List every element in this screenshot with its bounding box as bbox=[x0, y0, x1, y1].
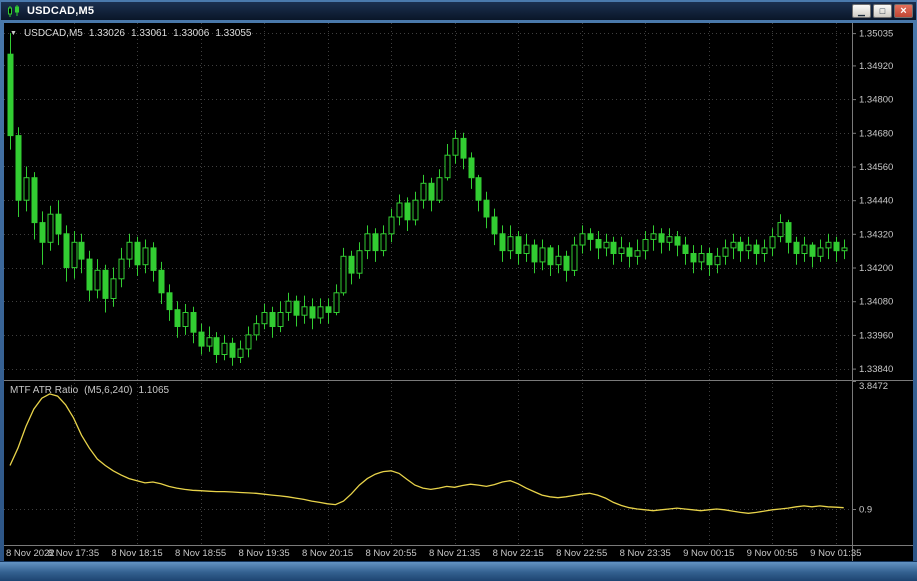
indicator-name: MTF ATR Ratio bbox=[10, 385, 79, 396]
indicator-params: (M5,6,240) bbox=[84, 385, 133, 396]
time-scale-label: 8 Nov 22:55 bbox=[556, 548, 607, 559]
indicator-header: MTF ATR Ratio (M5,6,240) 1.1065 bbox=[10, 385, 169, 396]
pane-separators bbox=[4, 23, 913, 561]
time-scale-label: 8 Nov 18:15 bbox=[111, 548, 162, 559]
price-scale-label: 1.33840 bbox=[859, 364, 893, 375]
price-scale-label: 1.34080 bbox=[859, 297, 893, 308]
window-bottom-frame bbox=[0, 561, 917, 581]
header-open: 1.33026 bbox=[88, 28, 125, 39]
minimize-button[interactable]: ▁ bbox=[852, 4, 871, 18]
chart-area: 1.35035 1.34920 1.34800 1.34680 1.34560 1.344… bbox=[4, 23, 913, 561]
time-scale[interactable]: 8 Nov 20228 Nov 17:35 8 Nov 18:15 8 Nov 18… bbox=[6, 548, 861, 559]
window-title: USDCAD,M5 bbox=[27, 5, 95, 17]
time-scale-label: 8 Nov 17:35 bbox=[48, 548, 99, 559]
candles-layer bbox=[7, 33, 848, 366]
close-button[interactable]: × bbox=[894, 4, 913, 18]
header-close: 1.33055 bbox=[215, 28, 252, 39]
time-scale-label: 8 Nov 21:35 bbox=[429, 548, 480, 559]
indicator-scale-label: 3.8472 bbox=[859, 381, 888, 392]
mt4-chart-window: USDCAD,M5 ▁ □ × 1.35035 1.34920 1.34800 1.3… bbox=[0, 0, 917, 581]
chart-icon bbox=[8, 4, 19, 17]
indicator-value: 1.1065 bbox=[138, 385, 170, 396]
grid-layer bbox=[4, 23, 852, 545]
time-scale-label: 8 Nov 23:35 bbox=[620, 548, 671, 559]
time-scale-label: 8 Nov 19:35 bbox=[238, 548, 289, 559]
price-scale-label: 1.34320 bbox=[859, 229, 893, 240]
price-scale-label: 1.34680 bbox=[859, 128, 893, 139]
price-scale-label: 1.35035 bbox=[859, 29, 893, 40]
time-scale-label: 8 Nov 20:55 bbox=[365, 548, 416, 559]
header-symbol: USDCAD,M5 bbox=[23, 28, 83, 39]
window-titlebar[interactable]: USDCAD,M5 ▁ □ × bbox=[1, 2, 916, 20]
chart-canvas[interactable]: 1.35035 1.34920 1.34800 1.34680 1.34560 1.344… bbox=[4, 23, 913, 561]
time-scale-label: 8 Nov 22:15 bbox=[493, 548, 544, 559]
indicator-scale-label: 0.9 bbox=[859, 505, 872, 516]
price-scale-label: 1.33960 bbox=[859, 330, 893, 341]
price-scale[interactable]: 1.35035 1.34920 1.34800 1.34680 1.34560 1.344… bbox=[852, 29, 893, 376]
time-scale-label: 9 Nov 00:55 bbox=[747, 548, 798, 559]
price-scale-label: 1.34800 bbox=[859, 95, 893, 106]
price-scale-label: 1.34920 bbox=[859, 61, 893, 72]
header-low: 1.33006 bbox=[173, 28, 210, 39]
price-scale-label: 1.34200 bbox=[859, 263, 893, 274]
chevron-down-icon[interactable]: ▼ bbox=[10, 30, 17, 37]
atr-ratio-line bbox=[9, 393, 844, 514]
header-high: 1.33061 bbox=[131, 28, 168, 39]
time-scale-label: 8 Nov 18:55 bbox=[175, 548, 226, 559]
chart-ohlc-header: ▼ USDCAD,M5 1.33026 1.33061 1.33006 1.33… bbox=[10, 28, 251, 39]
price-scale-label: 1.34560 bbox=[859, 162, 893, 173]
price-scale-label: 1.34440 bbox=[859, 196, 893, 207]
time-scale-label: 9 Nov 00:15 bbox=[683, 548, 734, 559]
restore-button[interactable]: □ bbox=[873, 4, 892, 18]
indicator-scale[interactable]: 3.8472 0.9 bbox=[852, 381, 888, 516]
time-scale-label: 8 Nov 20:15 bbox=[302, 548, 353, 559]
time-scale-label: 9 Nov 01:35 bbox=[810, 548, 861, 559]
window-controls: ▁ □ × bbox=[852, 4, 913, 18]
